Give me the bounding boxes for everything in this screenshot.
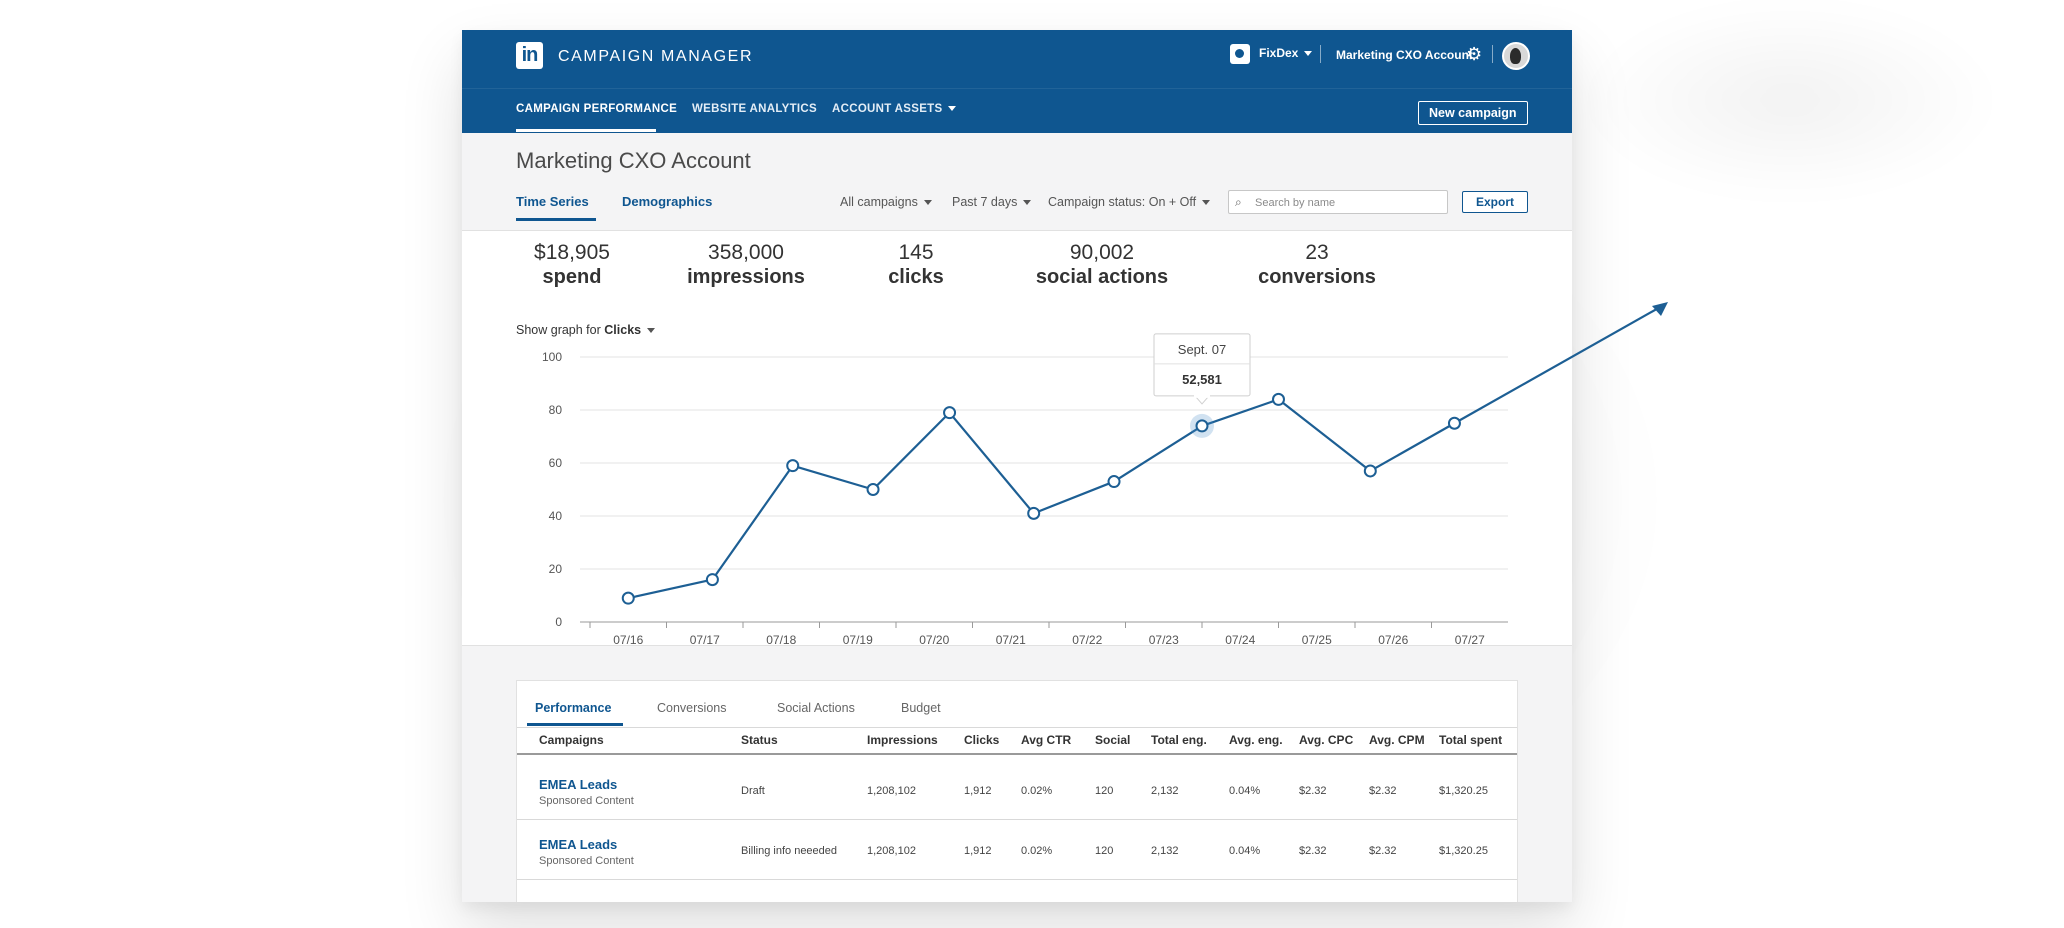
x-tick-label: 07/27	[1455, 633, 1485, 647]
y-tick-label: 0	[555, 615, 562, 629]
x-tick-label: 07/23	[1149, 633, 1179, 647]
y-tick-label: 60	[549, 456, 563, 470]
x-tick-label: 07/16	[613, 633, 643, 647]
data-point	[1272, 392, 1285, 406]
data-point	[1447, 416, 1461, 430]
growth-arrow-line	[1453, 305, 1663, 425]
y-tick-label: 80	[549, 403, 563, 417]
y-tick-label: 20	[549, 562, 563, 576]
data-point	[786, 459, 800, 473]
x-tick-label: 07/25	[1302, 633, 1332, 647]
x-tick-label: 07/26	[1378, 633, 1408, 647]
y-tick-label: 100	[542, 350, 562, 364]
data-point	[866, 483, 880, 496]
tooltip-date: Sept. 07	[1178, 342, 1226, 357]
y-tick-label: 40	[549, 509, 563, 523]
tooltip-pointer-mask	[1194, 391, 1210, 398]
data-point	[1027, 506, 1041, 520]
x-tick-label: 07/22	[1072, 633, 1102, 647]
series-line	[628, 398, 1455, 600]
x-tick-label: 07/18	[766, 633, 796, 647]
data-point	[705, 573, 719, 587]
x-tick-label: 07/20	[919, 633, 949, 647]
tooltip-value: 52,581	[1182, 372, 1222, 387]
x-tick-label: 07/19	[843, 633, 873, 647]
data-point	[621, 591, 635, 605]
growth-arrow-head	[1652, 302, 1668, 316]
data-point	[1363, 464, 1377, 478]
x-tick-label: 07/17	[690, 633, 720, 647]
x-tick-label: 07/24	[1225, 633, 1255, 647]
x-tick-label: 07/21	[996, 633, 1026, 647]
data-point	[1195, 419, 1209, 433]
data-point	[1107, 475, 1121, 489]
data-point	[943, 406, 957, 420]
clicks-line-chart: 0 20 40 60 80 100 07/16 07/17 07/18 07/19 07/20 07/…	[542, 302, 1668, 647]
